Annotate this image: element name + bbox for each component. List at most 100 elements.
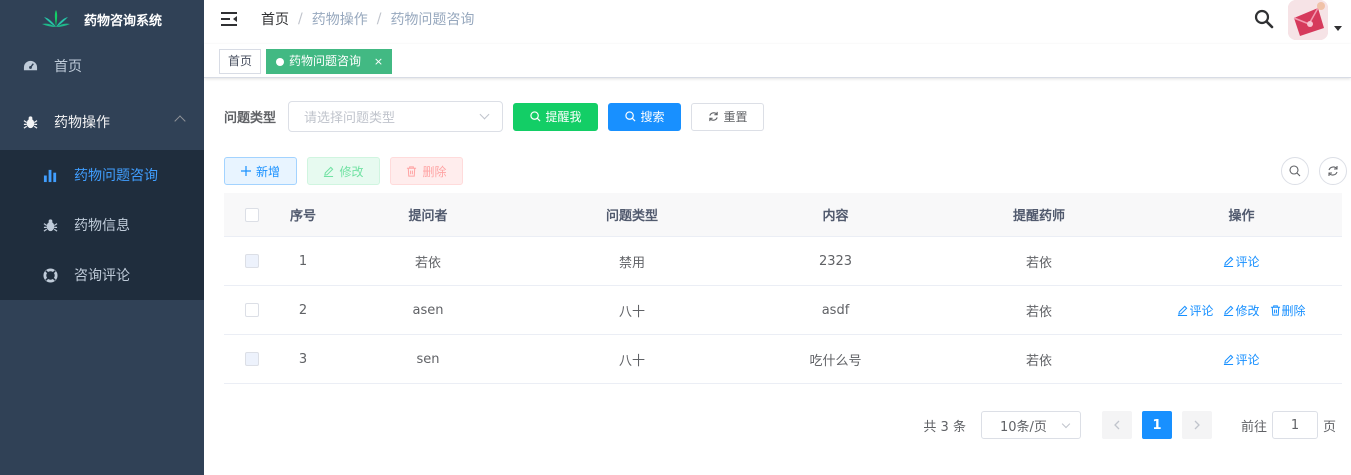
- edit-icon: [1223, 354, 1234, 365]
- edit-link[interactable]: 修改: [1223, 302, 1260, 319]
- row-checkbox[interactable]: [245, 254, 259, 268]
- delete-label: 删除: [422, 164, 447, 179]
- cell-actions: 评论 修改 删除: [1141, 302, 1342, 319]
- question-type-select[interactable]: 请选择问题类型: [288, 101, 504, 132]
- caret-down-icon[interactable]: [1334, 25, 1342, 31]
- refresh-button[interactable]: [1319, 157, 1347, 185]
- cell-content: asdf: [821, 302, 850, 318]
- sidebar-item-home[interactable]: 首页: [0, 38, 204, 94]
- search-icon: [529, 111, 541, 122]
- lifebuoy-icon: [42, 267, 58, 283]
- add-button[interactable]: 新增: [224, 157, 297, 185]
- delete-button[interactable]: 删除: [390, 157, 463, 185]
- sidebar-item-label: 咨询评论: [74, 268, 130, 284]
- tag-label: 药物问题咨询: [289, 54, 362, 68]
- cell-actions: 评论: [1141, 253, 1342, 270]
- page-number-button[interactable]: 1: [1141, 411, 1172, 439]
- close-icon[interactable]: ×: [374, 55, 383, 68]
- edit-button[interactable]: 修改: [307, 157, 380, 185]
- select-all-checkbox[interactable]: [245, 207, 259, 222]
- bar-chart-icon: [42, 167, 58, 183]
- hamburger-icon[interactable]: [221, 12, 237, 26]
- breadcrumb-separator: /: [298, 11, 303, 27]
- navbar-right: [1254, 0, 1351, 40]
- reset-button[interactable]: 重置: [691, 102, 765, 131]
- avatar[interactable]: [1288, 0, 1328, 40]
- sidebar-item-consult-comments[interactable]: 咨询评论: [0, 250, 204, 300]
- remind-me-label: 提醒我: [545, 110, 582, 124]
- add-label: 新增: [255, 164, 280, 179]
- dashboard-icon: [22, 58, 38, 74]
- cell-pharmacist: 若依: [1025, 304, 1052, 320]
- delete-link[interactable]: 删除: [1270, 302, 1306, 319]
- cell-asker: 若依: [414, 255, 441, 271]
- tag-drug-consultation[interactable]: 药物问题咨询 ×: [266, 49, 393, 74]
- comment-label: 评论: [1235, 352, 1260, 367]
- cell-no: 2: [298, 302, 308, 318]
- sidebar-item-label: 药物操作: [54, 115, 110, 131]
- chevron-up-icon: [174, 115, 186, 127]
- breadcrumb-separator: /: [376, 11, 382, 27]
- goto-label: 前往: [1240, 419, 1267, 435]
- cell-content: 2323: [818, 253, 853, 269]
- row-checkbox[interactable]: [245, 303, 259, 317]
- breadcrumb-current: 药物问题咨询: [390, 12, 475, 28]
- logo: 药物咨询系统: [0, 0, 204, 38]
- search-icon: [1289, 165, 1301, 177]
- edit-icon: [1223, 305, 1234, 316]
- table-row: 3 sen 八十 吃什么号 若依 评论: [224, 335, 1342, 384]
- search-icon[interactable]: [1254, 9, 1274, 29]
- table-row: 2 asen 八十 asdf 若依 评论 修改 删除: [224, 286, 1342, 335]
- edit-icon: [1223, 256, 1234, 267]
- remind-me-button[interactable]: 提醒我: [513, 102, 599, 131]
- row-checkbox[interactable]: [245, 352, 259, 366]
- search-label: 搜索: [640, 110, 665, 124]
- select-placeholder: 请选择问题类型: [304, 111, 396, 126]
- bug-icon: [22, 114, 38, 130]
- toggle-search-button[interactable]: [1281, 157, 1309, 185]
- page-suffix: 页: [1322, 419, 1336, 435]
- comment-link[interactable]: 评论: [1177, 302, 1213, 319]
- breadcrumb-home[interactable]: 首页: [261, 9, 289, 29]
- bug-icon: [42, 217, 58, 233]
- breadcrumb-drug-operations: 药物操作: [311, 12, 368, 28]
- sidebar: 药物咨询系统 首页 药物操作 药物问题咨询 药物信息 咨询评论: [0, 0, 204, 475]
- cell-asker: sen: [416, 351, 440, 367]
- edit-label: 修改: [1235, 303, 1260, 318]
- tag-label: 首页: [228, 54, 253, 68]
- edit-icon: [1177, 305, 1188, 316]
- data-table: 序号 提问者 问题类型 内容 提醒药师 操作 1 若依 禁用 2323 若依 评…: [224, 193, 1342, 384]
- sidebar-item-drug-info[interactable]: 药物信息: [0, 200, 204, 250]
- column-header: 序号: [289, 209, 316, 224]
- cell-type: 八十: [618, 353, 645, 369]
- edit-icon: [323, 166, 334, 177]
- cell-actions: 评论: [1141, 351, 1342, 368]
- goto-page-input[interactable]: [1271, 411, 1318, 439]
- table-header: 序号 提问者 问题类型 内容 提醒药师 操作: [224, 193, 1342, 237]
- cell-no: 3: [298, 351, 308, 367]
- column-header: 内容: [822, 209, 849, 224]
- sidebar-item-label: 药物信息: [74, 218, 130, 234]
- sidebar-item-drug-operations[interactable]: 药物操作: [0, 94, 204, 150]
- search-icon: [624, 111, 636, 122]
- column-header: 操作: [1228, 209, 1255, 224]
- toolbar: 新增 修改 删除: [224, 157, 463, 185]
- prev-page-button[interactable]: [1101, 411, 1132, 439]
- breadcrumb: 首页 / 药物操作 / 药物问题咨询: [261, 9, 474, 29]
- tag-home[interactable]: 首页: [219, 49, 262, 74]
- search-button[interactable]: 搜索: [608, 102, 682, 131]
- navbar: 首页 / 药物操作 / 药物问题咨询: [204, 0, 1351, 40]
- delete-label: 删除: [1281, 303, 1306, 318]
- column-header: 问题类型: [605, 209, 658, 224]
- edit-label: 修改: [339, 164, 364, 179]
- comment-link[interactable]: 评论: [1223, 351, 1260, 368]
- refresh-icon: [708, 111, 719, 122]
- sidebar-item-drug-consultation[interactable]: 药物问题咨询: [0, 150, 204, 200]
- comment-link[interactable]: 评论: [1223, 253, 1260, 270]
- next-page-button[interactable]: [1181, 411, 1212, 439]
- trash-icon: [1270, 304, 1281, 316]
- page-size-select[interactable]: 10条/页: [980, 411, 1081, 439]
- total-count: 共 3 条: [923, 419, 966, 435]
- cell-no: 1: [298, 253, 308, 269]
- chevron-down-icon: [479, 109, 490, 120]
